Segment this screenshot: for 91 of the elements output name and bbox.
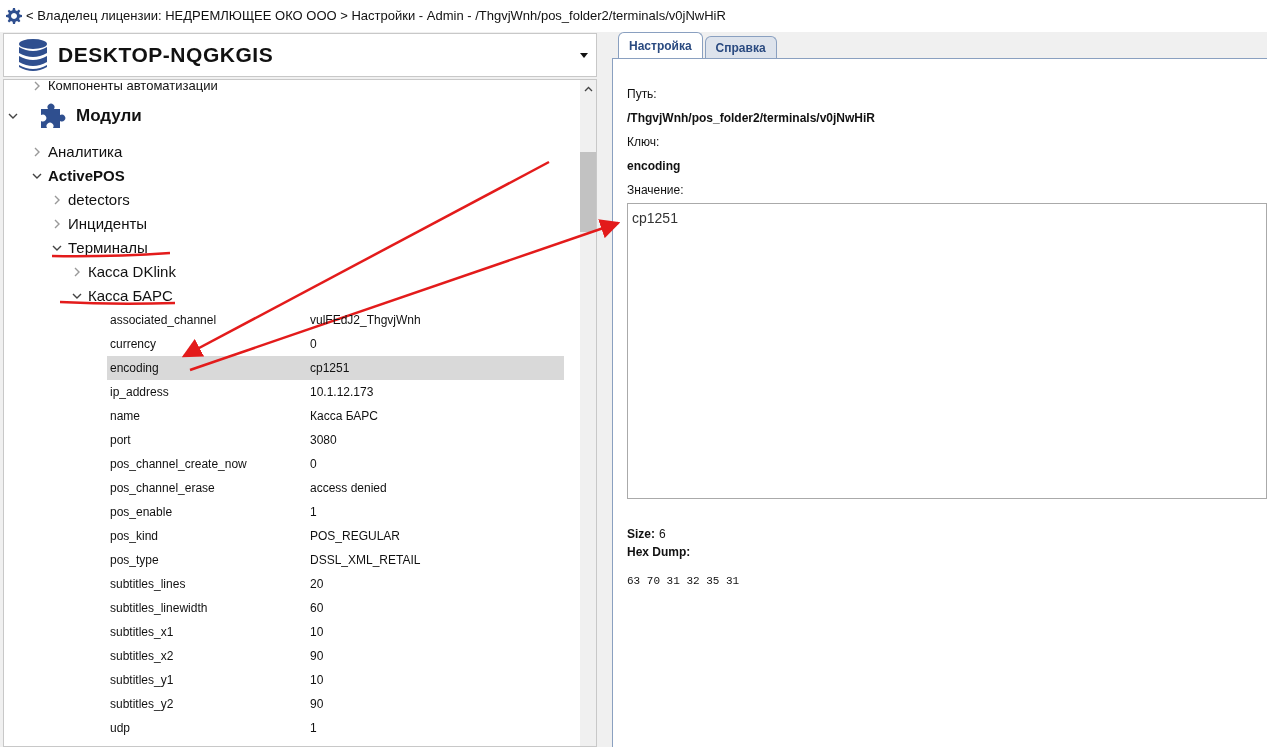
chevron-right-icon[interactable]: [52, 219, 62, 229]
property-row[interactable]: pos_kind POS_REGULAR: [107, 524, 564, 548]
tree-item[interactable]: Компоненты автоматизации: [48, 80, 218, 92]
window-title: < Владелец лицензии: НЕДРЕМЛЮЩЕЕ ОКО ООО > Настройки - Admin - /ThgvjWnh/pos_folder2/terminals/v0jNwHiR: [26, 7, 726, 26]
chevron-down-icon[interactable]: [8, 111, 18, 121]
tab[interactable]: Настройка: [618, 32, 703, 58]
property-key: subtitles_x1: [110, 623, 310, 641]
scroll-up-icon[interactable]: [583, 86, 593, 92]
property-value: 10: [310, 672, 324, 689]
property-value: Касса БАРС: [310, 408, 378, 425]
puzzle-icon: [38, 101, 68, 131]
chevron-down-icon[interactable]: [32, 171, 42, 181]
property-value: DSSL_XML_RETAIL: [310, 552, 421, 569]
chevron-right-icon[interactable]: [72, 267, 82, 277]
key-text: encoding: [627, 158, 682, 175]
property-row[interactable]: pos_type DSSL_XML_RETAIL: [107, 548, 564, 572]
property-key: encoding: [110, 359, 310, 377]
property-value: 0: [310, 336, 317, 353]
tab[interactable]: Справка: [704, 36, 777, 58]
property-value: 90: [310, 696, 324, 713]
property-value: 3080: [310, 432, 337, 449]
value-field[interactable]: cp1251: [627, 203, 1267, 499]
tree-item[interactable]: Модули: [76, 103, 142, 129]
property-value: 10: [310, 624, 324, 641]
property-key: subtitles_y1: [110, 671, 310, 689]
property-key: subtitles_lines: [110, 575, 310, 593]
tree-item[interactable]: Касса БАРС: [88, 284, 173, 308]
tree-item[interactable]: Инциденты: [68, 212, 148, 236]
database-icon: [18, 38, 48, 72]
dropdown-caret-icon[interactable]: [580, 52, 588, 58]
property-key: pos_type: [110, 551, 310, 569]
property-key: associated_channel: [110, 311, 310, 329]
tree-item[interactable]: Касса DKlink: [88, 260, 176, 284]
chevron-down-icon[interactable]: [72, 291, 82, 301]
property-key: subtitles_x2: [110, 647, 310, 665]
tree-item[interactable]: Терминалы: [68, 236, 148, 260]
property-key: port: [110, 431, 310, 449]
scrollbar[interactable]: [580, 80, 596, 746]
hex-dump-text: 63 70 31 32 35 31: [627, 574, 741, 589]
property-row[interactable]: currency 0: [107, 332, 564, 356]
property-row[interactable]: udp 1: [107, 716, 564, 740]
property-row[interactable]: subtitles_lines 20: [107, 572, 564, 596]
chevron-right-icon[interactable]: [32, 81, 42, 91]
property-key: name: [110, 407, 310, 425]
property-key: ip_address: [110, 383, 310, 401]
tree-item[interactable]: detectors: [68, 188, 130, 212]
property-value: 1: [310, 504, 317, 521]
property-key: currency: [110, 335, 310, 353]
property-value: cp1251: [310, 360, 350, 377]
tree-item[interactable]: Аналитика: [48, 140, 123, 164]
size-label: Size:: [627, 526, 655, 543]
property-key: pos_enable: [110, 503, 310, 521]
property-value: 20: [310, 576, 324, 593]
property-row[interactable]: pos_enable 1: [107, 500, 564, 524]
property-value: 0: [310, 456, 317, 473]
tree-item[interactable]: ActivePOS: [48, 164, 125, 188]
property-value: POS_REGULAR: [310, 528, 401, 545]
gear-icon[interactable]: [6, 8, 22, 24]
field-label: Значение:: [627, 182, 685, 199]
chevron-right-icon[interactable]: [52, 195, 62, 205]
chevron-right-icon[interactable]: [32, 147, 42, 157]
chevron-down-icon[interactable]: [52, 243, 62, 253]
property-key: subtitles_linewidth: [110, 599, 310, 617]
property-row[interactable]: port 3080: [107, 428, 564, 452]
property-row[interactable]: subtitles_linewidth 60: [107, 596, 564, 620]
size-value: 6: [659, 526, 666, 543]
property-key: pos_channel_erase: [110, 479, 310, 497]
property-row[interactable]: subtitles_x1 10: [107, 620, 564, 644]
server-select[interactable]: DESKTOP-NQGKGIS: [3, 33, 597, 77]
property-row[interactable]: pos_channel_create_now 0: [107, 452, 564, 476]
property-row[interactable]: subtitles_y2 90: [107, 692, 564, 716]
property-row[interactable]: name Касса БАРС: [107, 404, 564, 428]
property-key: pos_kind: [110, 527, 310, 545]
property-row[interactable]: pos_channel_erase access denied: [107, 476, 564, 500]
field-label: Путь:: [627, 86, 658, 103]
field-label: Ключ:: [627, 134, 661, 151]
property-value: 10.1.12.173: [310, 384, 374, 401]
property-key: udp: [110, 719, 310, 737]
property-row[interactable]: subtitles_y1 10: [107, 668, 564, 692]
property-value: access denied: [310, 480, 387, 497]
property-row[interactable]: encoding cp1251: [107, 356, 564, 380]
path-text: /ThgvjWnh/pos_folder2/terminals/v0jNwHiR: [627, 110, 877, 127]
property-value: 90: [310, 648, 324, 665]
scrollbar-thumb[interactable]: [580, 152, 596, 232]
property-row[interactable]: ip_address 10.1.12.173: [107, 380, 564, 404]
property-key: subtitles_y2: [110, 695, 310, 713]
hex-dump-label: Hex Dump:: [627, 544, 692, 561]
property-key: pos_channel_create_now: [110, 455, 310, 473]
property-value: 1: [310, 720, 317, 737]
property-value: 60: [310, 600, 324, 617]
property-row[interactable]: subtitles_x2 90: [107, 644, 564, 668]
